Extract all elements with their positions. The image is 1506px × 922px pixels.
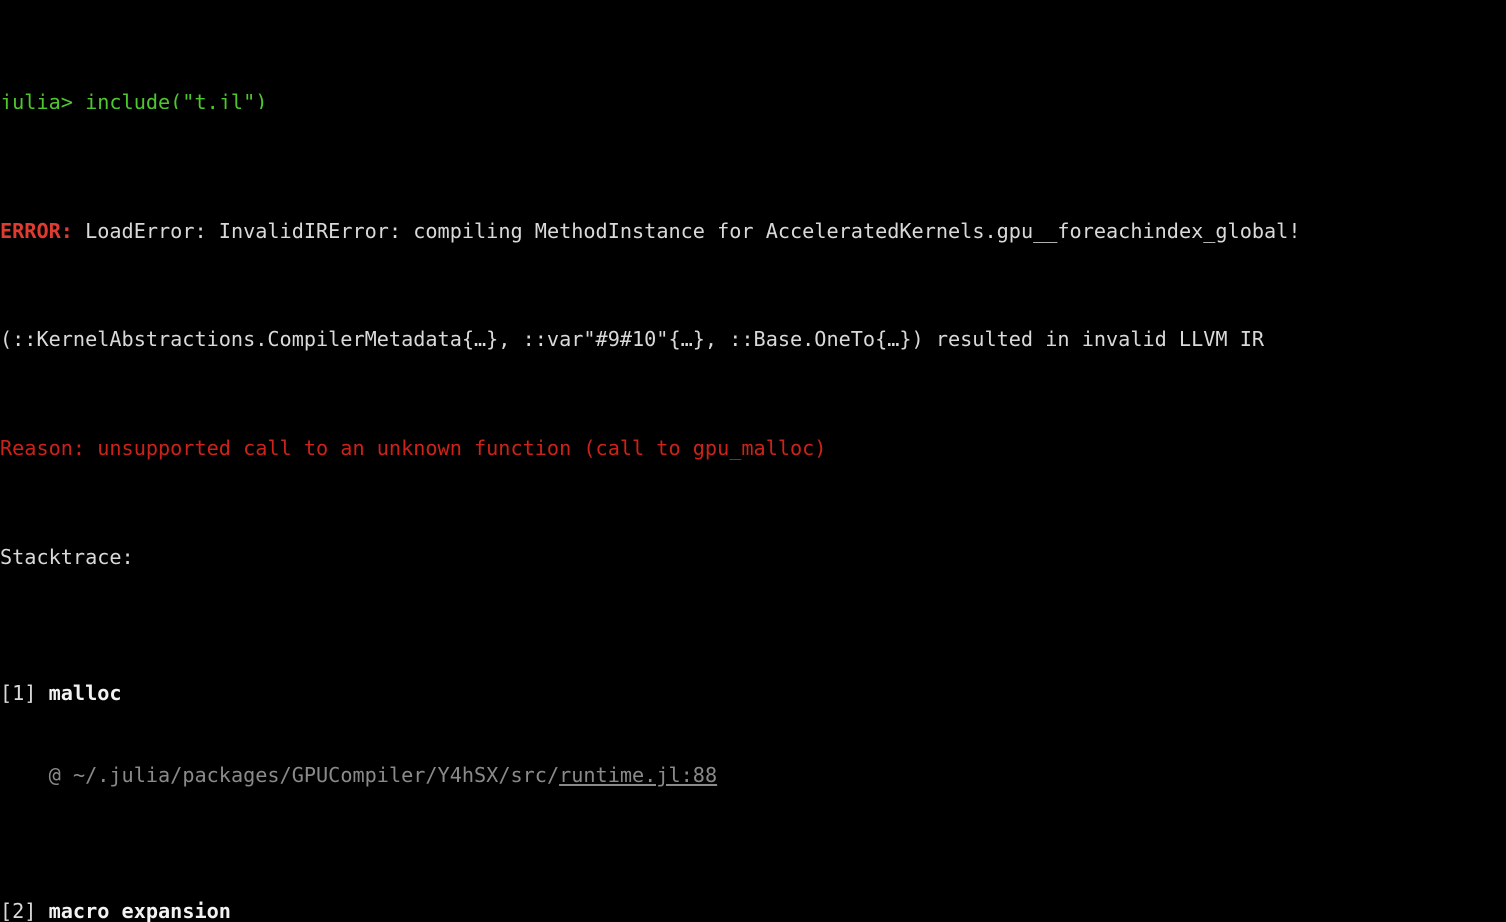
error-headline: ERROR: LoadError: InvalidIRError: compil… bbox=[0, 218, 1506, 245]
stack-frame-header: [2] macro expansion bbox=[0, 898, 1506, 922]
frame-file-link[interactable]: runtime.jl:88 bbox=[559, 763, 717, 787]
stack-frame-location: @ ~/.julia/packages/GPUCompiler/Y4hSX/sr… bbox=[0, 762, 1506, 789]
frame-path-prefix: ~/.julia/packages/GPUCompiler/Y4hSX/src/ bbox=[72, 762, 560, 787]
error-label: ERROR: bbox=[0, 218, 73, 243]
terminal-window: julia> include("t.jl") ERROR: LoadError:… bbox=[0, 0, 1506, 922]
clipped-previous-line: julia> include("t.jl") bbox=[0, 89, 1506, 109]
error-reason-text: Reason: unsupported call to an unknown f… bbox=[0, 436, 827, 461]
at-sign: @ bbox=[48, 762, 61, 787]
terminal-scroll-content: julia> include("t.jl") ERROR: LoadError:… bbox=[0, 0, 1506, 922]
error-signature-line: (::KernelAbstractions.CompilerMetadata{…… bbox=[0, 326, 1506, 353]
ir-stacktrace-label-text: Stacktrace: bbox=[0, 545, 134, 570]
error-signature-text: (::KernelAbstractions.CompilerMetadata{…… bbox=[0, 327, 1265, 352]
stack-frame-header: [1] malloc bbox=[0, 680, 1506, 707]
error-reason-line: Reason: unsupported call to an unknown f… bbox=[0, 435, 1506, 462]
error-headline-text: LoadError: InvalidIRError: compiling Met… bbox=[72, 218, 1301, 243]
frame-index: [1] bbox=[0, 681, 37, 706]
frame-function-name: malloc bbox=[48, 681, 122, 706]
frame-index: [2] bbox=[0, 898, 37, 922]
ir-stacktrace-label: Stacktrace: bbox=[0, 544, 1506, 571]
frame-function-name: macro expansion bbox=[48, 898, 231, 922]
clipped-prompt-text: julia> include("t.jl") bbox=[0, 89, 268, 109]
